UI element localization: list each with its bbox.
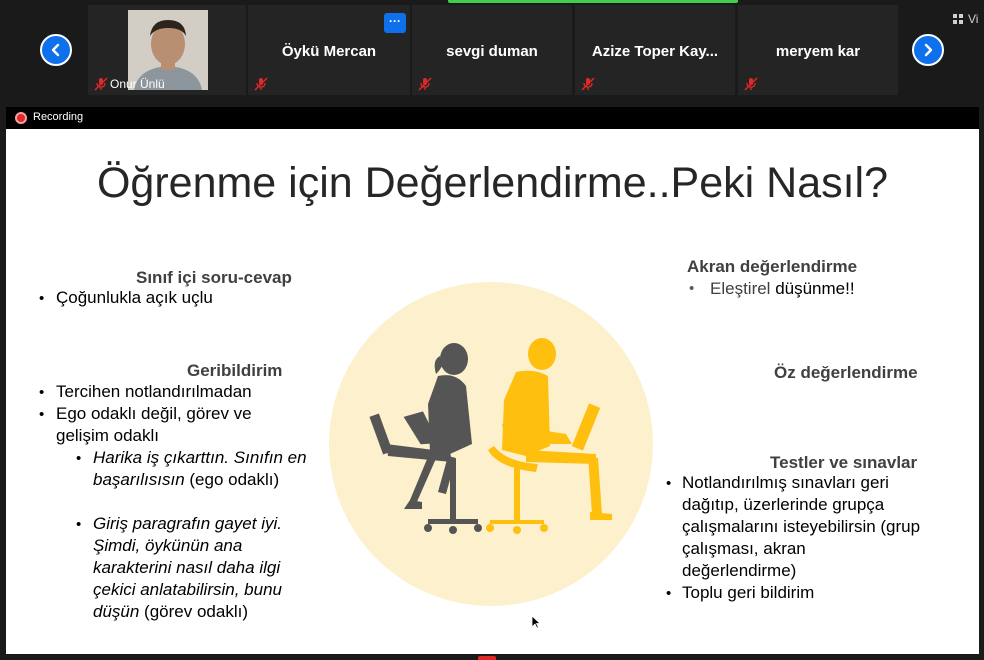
more-options-button[interactable]: ···: [384, 13, 406, 33]
bullet-text: Eleştirel düşünme!!: [710, 278, 855, 300]
participant-name: meryem kar: [775, 43, 861, 60]
bullet-dot: •: [76, 450, 82, 467]
bullet-dot: •: [666, 475, 672, 492]
heading-feedback: Geribildirim: [187, 361, 283, 380]
heading-self-assessment: Öz değerlendirme: [774, 363, 918, 382]
previous-page-button[interactable]: [40, 34, 72, 66]
participant-name: Azize Toper Kay...: [591, 43, 719, 60]
example-note: (görev odaklı): [139, 602, 248, 621]
heading-class-qa: Sınıf içi soru-cevap: [136, 268, 292, 287]
participant-tile[interactable]: meryem kar: [738, 5, 898, 95]
stop-share-tab[interactable]: [478, 656, 496, 660]
participant-tile[interactable]: Azize Toper Kay...: [575, 5, 735, 95]
mouse-cursor-icon: [531, 615, 541, 629]
recording-label: Recording: [33, 111, 84, 123]
bullet-dot: •: [39, 384, 45, 401]
bullet-text: Tercihen notlandırılmadan: [56, 382, 252, 401]
bullet-text: Ego odaklı değil, görev ve: [56, 404, 252, 423]
critical-word: Eleştirel: [710, 279, 771, 298]
muted-mic-icon: [94, 77, 108, 91]
participant-tile-self[interactable]: Onur Ünlü: [88, 5, 246, 95]
participant-tile[interactable]: sevgi duman: [412, 5, 572, 95]
view-label: Vi: [968, 12, 979, 26]
bullet-dot: •: [76, 516, 82, 533]
grid-view-icon: [953, 14, 963, 24]
people-with-laptops-illustration: [369, 338, 612, 534]
muted-mic-icon: [744, 77, 758, 91]
bullet-dot: •: [39, 406, 45, 423]
sub-bullet-text: Harika iş çıkarttın. Sınıfın en başarılı…: [93, 447, 313, 491]
record-icon: [15, 112, 27, 124]
muted-mic-icon: [418, 77, 432, 91]
next-page-button[interactable]: [912, 34, 944, 66]
bullet-dot: •: [666, 585, 672, 602]
recording-indicator: Recording: [6, 107, 979, 129]
chevron-right-icon: [924, 43, 933, 57]
participant-name: Öykü Mercan: [281, 43, 377, 60]
participant-name: Onur Ünlü: [110, 77, 165, 91]
heading-peer-assessment: Akran değerlendirme: [687, 257, 858, 276]
bullet-text: Toplu geri bildirim: [682, 583, 815, 602]
muted-mic-icon: [581, 77, 595, 91]
participant-tile[interactable]: Öykü Mercan ···: [248, 5, 410, 95]
bullet-text: gelişim odaklı: [56, 426, 159, 445]
sub-bullet-text: Giriş paragrafın gayet iyi. Şimdi, öykün…: [93, 513, 318, 623]
thinking-word: düşünme!!: [770, 279, 855, 298]
participant-name: sevgi duman: [446, 43, 538, 60]
bullet-text: Çoğunlukla açık uçlu: [56, 288, 213, 307]
bullet-text: Notlandırılmış sınavları geri dağıtıp, ü…: [682, 473, 921, 580]
bullet-dot: •: [689, 280, 695, 297]
muted-mic-icon: [254, 77, 268, 91]
page-title: Öğrenme için Değerlendirme..Peki Nasıl?: [96, 159, 889, 207]
view-button[interactable]: Vi: [952, 12, 978, 26]
chevron-left-icon: [51, 43, 60, 57]
participant-strip: Onur Ünlü Öykü Mercan ··· sevgi duman Az…: [0, 0, 984, 100]
shared-screen: Öğrenme için Değerlendirme..Peki Nasıl? …: [6, 129, 979, 654]
example-note: (ego odaklı): [184, 470, 280, 489]
heading-tests-exams: Testler ve sınavlar: [770, 453, 918, 472]
active-speaker-indicator: [448, 0, 738, 3]
bullet-dot: •: [39, 290, 45, 307]
